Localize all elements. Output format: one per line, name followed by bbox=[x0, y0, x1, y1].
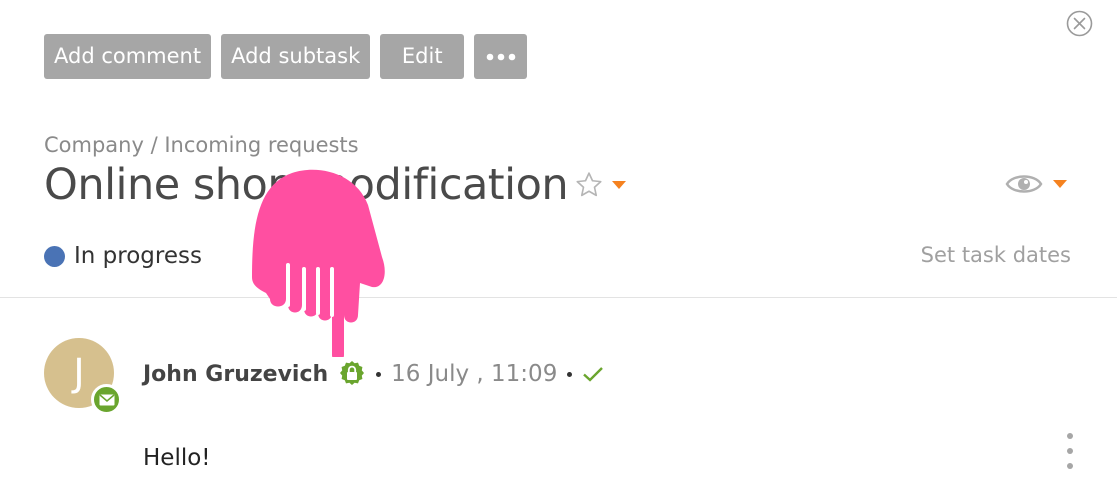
comment-text: Hello! bbox=[143, 445, 211, 471]
status-dot bbox=[44, 245, 65, 267]
status-label: In progress bbox=[74, 243, 202, 269]
edit-button[interactable]: Edit bbox=[380, 34, 465, 79]
page-title: Online shop modification bbox=[44, 160, 569, 210]
email-badge bbox=[91, 384, 122, 415]
checkmark-icon bbox=[583, 367, 604, 382]
eye-icon bbox=[1005, 175, 1043, 193]
add-comment-button[interactable]: Add comment bbox=[44, 34, 212, 79]
comment-menu-button[interactable] bbox=[1062, 433, 1078, 469]
status-selector[interactable]: In progress bbox=[44, 243, 202, 269]
close-button[interactable] bbox=[1066, 10, 1093, 37]
envelope-icon bbox=[99, 393, 114, 405]
watch-toggle[interactable] bbox=[1005, 170, 1067, 198]
more-vertical-icon bbox=[1067, 433, 1073, 439]
more-button[interactable] bbox=[474, 34, 528, 79]
comment-meta: John Gruzevich 16 July , 11:09 bbox=[143, 357, 604, 391]
comment-timestamp: 16 July , 11:09 bbox=[391, 361, 558, 387]
chevron-down-icon bbox=[612, 181, 626, 189]
separator-dot bbox=[376, 371, 382, 377]
comment-author[interactable]: John Gruzevich bbox=[143, 362, 328, 387]
star-icon bbox=[576, 172, 602, 197]
chevron-down-icon bbox=[1053, 180, 1067, 188]
add-subtask-button[interactable]: Add subtask bbox=[221, 34, 371, 79]
favorite-toggle[interactable] bbox=[574, 170, 626, 200]
task-toolbar: Add comment Add subtask Edit bbox=[44, 34, 528, 79]
more-horizontal-icon bbox=[486, 53, 516, 60]
divider bbox=[0, 297, 1117, 298]
private-lock-icon bbox=[340, 361, 365, 385]
breadcrumb[interactable]: Company / Incoming requests bbox=[44, 133, 359, 157]
close-icon bbox=[1066, 10, 1093, 37]
set-task-dates-link[interactable]: Set task dates bbox=[921, 243, 1071, 267]
separator-dot bbox=[567, 371, 573, 377]
